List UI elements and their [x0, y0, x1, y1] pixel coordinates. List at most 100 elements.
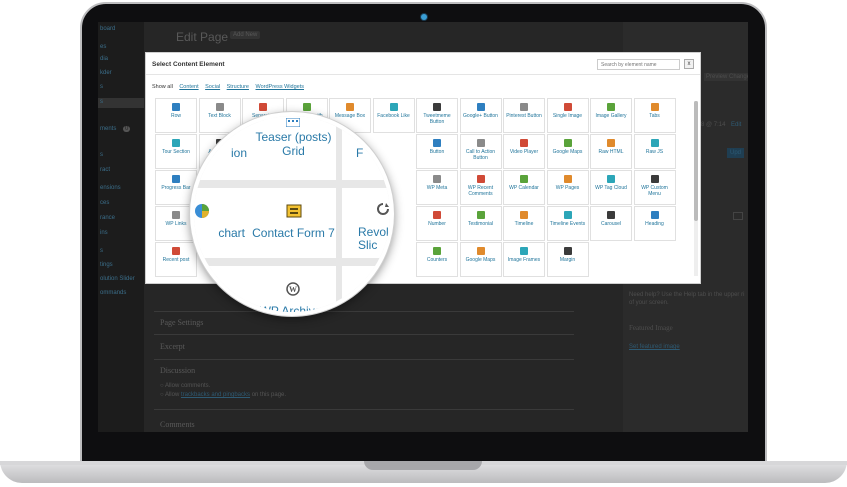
filter-structure[interactable]: Structure — [227, 84, 249, 90]
element-tile[interactable]: Pinterest Button — [503, 98, 545, 133]
element-tile[interactable]: Heading — [633, 206, 676, 241]
element-tile[interactable]: Image Gallery — [590, 98, 632, 133]
element-label: Raw HTML — [598, 149, 624, 155]
filter-show-all[interactable]: Show all — [152, 84, 173, 90]
postbox-comments[interactable]: Comments — [160, 420, 195, 429]
sidebar-item[interactable]: board — [100, 26, 115, 32]
allow-trackbacks-checkbox[interactable]: ○ Allow trackbacks and pingbacks on this… — [160, 392, 286, 398]
update-button[interactable]: Upd — [727, 148, 745, 158]
element-tile[interactable]: Timeline — [503, 206, 545, 241]
element-tile[interactable]: Number — [416, 206, 458, 241]
element-tile[interactable]: WP Recent Comments — [459, 170, 502, 205]
element-label: Tabs — [649, 113, 660, 119]
element-tile[interactable]: Carousel — [590, 206, 632, 241]
element-tile[interactable]: Google Maps — [459, 242, 502, 277]
element-icon — [607, 211, 615, 219]
sidebar-item-label: ments — [100, 126, 117, 132]
element-tile[interactable]: WP Pages — [546, 170, 589, 205]
sidebar-item[interactable]: es — [100, 44, 106, 50]
sidebar-item[interactable]: s — [100, 152, 103, 158]
element-tile[interactable]: WP Custom Menu — [633, 170, 676, 205]
divider — [154, 359, 574, 360]
element-label: Image Frames — [507, 257, 541, 263]
element-tile[interactable]: Row — [155, 98, 197, 133]
trackbacks-pingbacks-link[interactable]: trackbacks and pingbacks — [181, 392, 250, 398]
element-tile[interactable]: Google+ Button — [459, 98, 502, 133]
element-tile[interactable]: Raw HTML — [590, 134, 632, 169]
sidebar-item[interactable]: ommands — [100, 290, 126, 296]
element-icon — [476, 139, 485, 147]
lens-element-partial[interactable]: F — [342, 116, 390, 180]
element-tile[interactable]: Timeline Events — [546, 206, 589, 241]
element-search-input[interactable] — [597, 59, 680, 70]
sidebar-item-pages-active[interactable] — [98, 98, 144, 108]
element-tile[interactable]: Tabs — [633, 98, 676, 133]
lens-element-label: Contact Form 7 — [252, 226, 335, 240]
sidebar-item-comments[interactable]: ments 0 — [100, 126, 131, 132]
admin-sidebar: board es dia kder s s ments 0 s ract ens… — [98, 22, 144, 432]
element-label: Google Maps — [465, 257, 496, 263]
lens-element-chart[interactable]: chart — [194, 188, 251, 258]
preview-changes-button[interactable]: Preview Change — [704, 73, 748, 81]
sidebar-item[interactable]: ensions — [100, 185, 121, 191]
element-tile[interactable]: WP Meta — [416, 170, 458, 205]
lens-element-wp-archives[interactable]: W WP Archives — [251, 266, 336, 312]
lens-element-teaser-grid[interactable]: Teaser (posts) Grid — [251, 116, 336, 180]
element-tile[interactable]: Recent post — [155, 242, 197, 277]
element-icon — [433, 247, 441, 255]
edit-date-link[interactable]: Edit — [731, 122, 741, 128]
postbox-excerpt[interactable]: Excerpt — [160, 342, 185, 351]
lens-element-partial[interactable]: ion — [194, 116, 251, 180]
sidebar-item[interactable]: ract — [100, 167, 110, 173]
element-icon — [433, 211, 441, 219]
allow-comments-checkbox[interactable]: ○ Allow comments. — [160, 383, 210, 389]
sidebar-item[interactable]: s — [100, 84, 103, 90]
lens-element-contact-form-7[interactable]: Contact Form 7 — [251, 188, 336, 258]
element-tile[interactable]: WP Tag Cloud — [590, 170, 632, 205]
element-icon — [302, 103, 311, 111]
sidebar-item[interactable]: ces — [100, 200, 109, 206]
element-tile[interactable]: Counters — [416, 242, 458, 277]
postbox-discussion[interactable]: Discussion — [160, 366, 195, 375]
template-select[interactable] — [733, 212, 743, 220]
element-tile[interactable]: Raw JS — [633, 134, 676, 169]
element-icon — [389, 103, 398, 111]
element-tile[interactable]: Testimonial — [459, 206, 502, 241]
element-tile[interactable]: Button — [416, 134, 458, 169]
element-label: WP Tag Cloud — [595, 185, 627, 191]
element-label: Recent post — [162, 257, 190, 263]
modal-scrollbar[interactable] — [694, 101, 698, 276]
element-tile[interactable]: Google Maps — [546, 134, 589, 169]
sidebar-item[interactable]: dia — [100, 56, 108, 62]
element-tile[interactable]: Single Image — [546, 98, 589, 133]
sidebar-item[interactable]: olution Slider — [100, 276, 135, 282]
lens-element-empty — [342, 266, 390, 312]
element-label: WP Pages — [555, 185, 580, 191]
set-featured-image-link[interactable]: Set featured image — [629, 344, 680, 350]
element-tile[interactable]: Tweetmeme Button — [416, 98, 458, 133]
add-new-button[interactable]: Add New — [230, 31, 261, 39]
filter-social[interactable]: Social — [205, 84, 220, 90]
element-tile[interactable]: Image Frames — [503, 242, 545, 277]
sidebar-item[interactable]: tings — [100, 262, 113, 268]
sidebar-item[interactable]: rance — [100, 215, 115, 221]
filter-wordpress-widgets[interactable]: WordPress Widgets — [256, 84, 305, 90]
element-tile[interactable]: Tour Section — [155, 134, 197, 169]
sidebar-item[interactable]: kder — [100, 70, 112, 76]
element-label: Google Maps — [552, 149, 583, 155]
element-tile[interactable]: Video Player — [503, 134, 545, 169]
sidebar-item[interactable]: s — [100, 248, 103, 254]
lens-element-label: chart — [218, 226, 245, 240]
filter-content[interactable]: Content — [179, 84, 198, 90]
element-tile[interactable]: Call to Action Button — [459, 134, 502, 169]
close-button[interactable]: x — [684, 59, 694, 69]
element-tile[interactable]: WP Calendar — [503, 170, 545, 205]
sidebar-item[interactable]: s — [100, 99, 103, 105]
element-tile[interactable]: Margin — [546, 242, 589, 277]
element-icon — [563, 247, 572, 255]
sidebar-item[interactable]: ins — [100, 230, 108, 236]
scrollbar-thumb[interactable] — [694, 101, 698, 221]
postbox-page-settings[interactable]: Page Settings — [160, 318, 203, 327]
element-label: Google+ Button — [463, 113, 498, 119]
lens-element-revolution-slider[interactable]: Revol Slic — [342, 188, 390, 258]
